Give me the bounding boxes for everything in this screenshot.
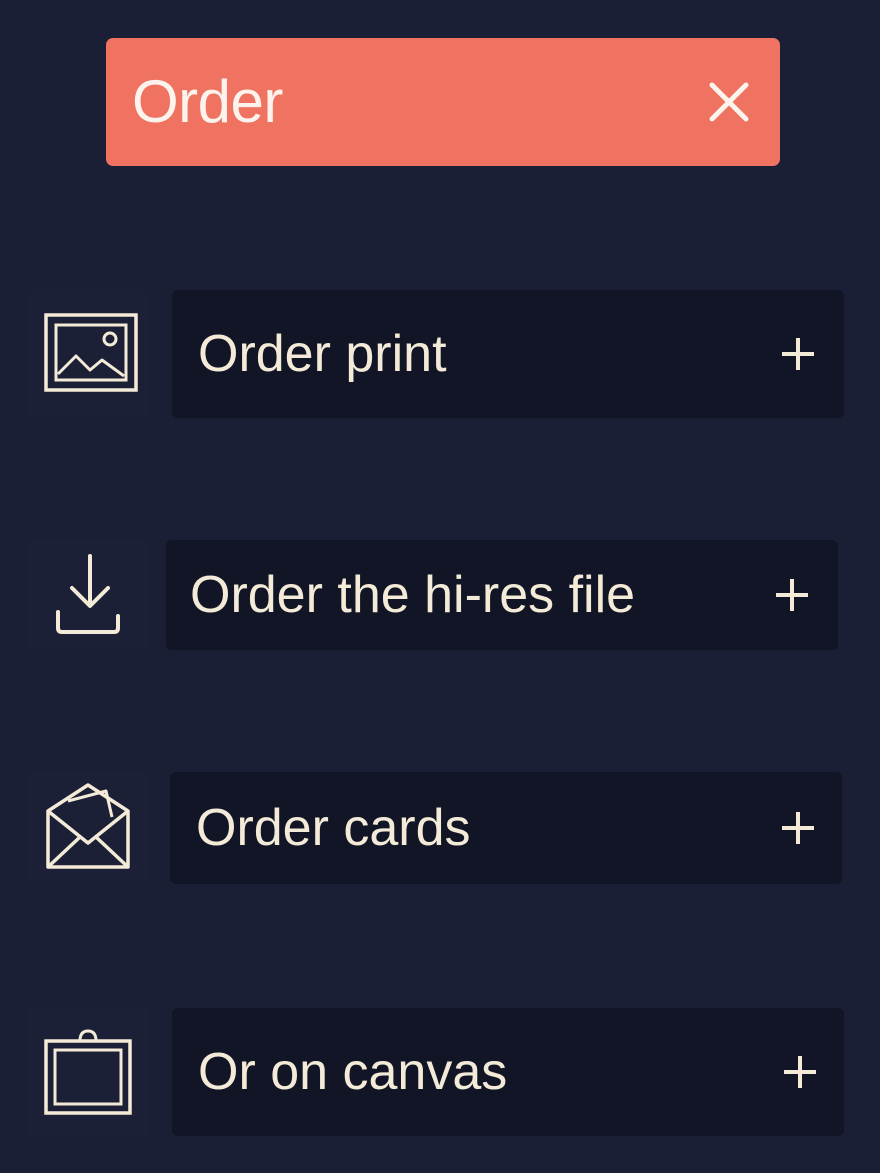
close-icon xyxy=(709,82,749,122)
option-label: Or on canvas xyxy=(198,1043,508,1101)
option-label: Order cards xyxy=(196,799,471,857)
plus-icon xyxy=(778,808,818,848)
order-header: Order xyxy=(106,38,780,166)
plus-icon xyxy=(778,334,818,374)
order-print-option[interactable]: Order print xyxy=(172,290,844,418)
download-icon xyxy=(28,540,148,650)
framed-picture-icon xyxy=(28,290,148,418)
close-button[interactable] xyxy=(704,77,754,127)
canvas-frame-icon xyxy=(28,1008,148,1136)
order-canvas-option[interactable]: Or on canvas xyxy=(172,1008,844,1136)
plus-icon xyxy=(772,575,812,615)
order-hires-file-option[interactable]: Order the hi-res file xyxy=(166,540,838,650)
order-cards-option[interactable]: Order cards xyxy=(170,772,842,884)
order-title: Order xyxy=(132,68,283,135)
option-label: Order the hi-res file xyxy=(190,566,636,624)
plus-icon xyxy=(780,1052,820,1092)
envelope-icon xyxy=(28,772,148,882)
option-label: Order print xyxy=(198,325,447,383)
